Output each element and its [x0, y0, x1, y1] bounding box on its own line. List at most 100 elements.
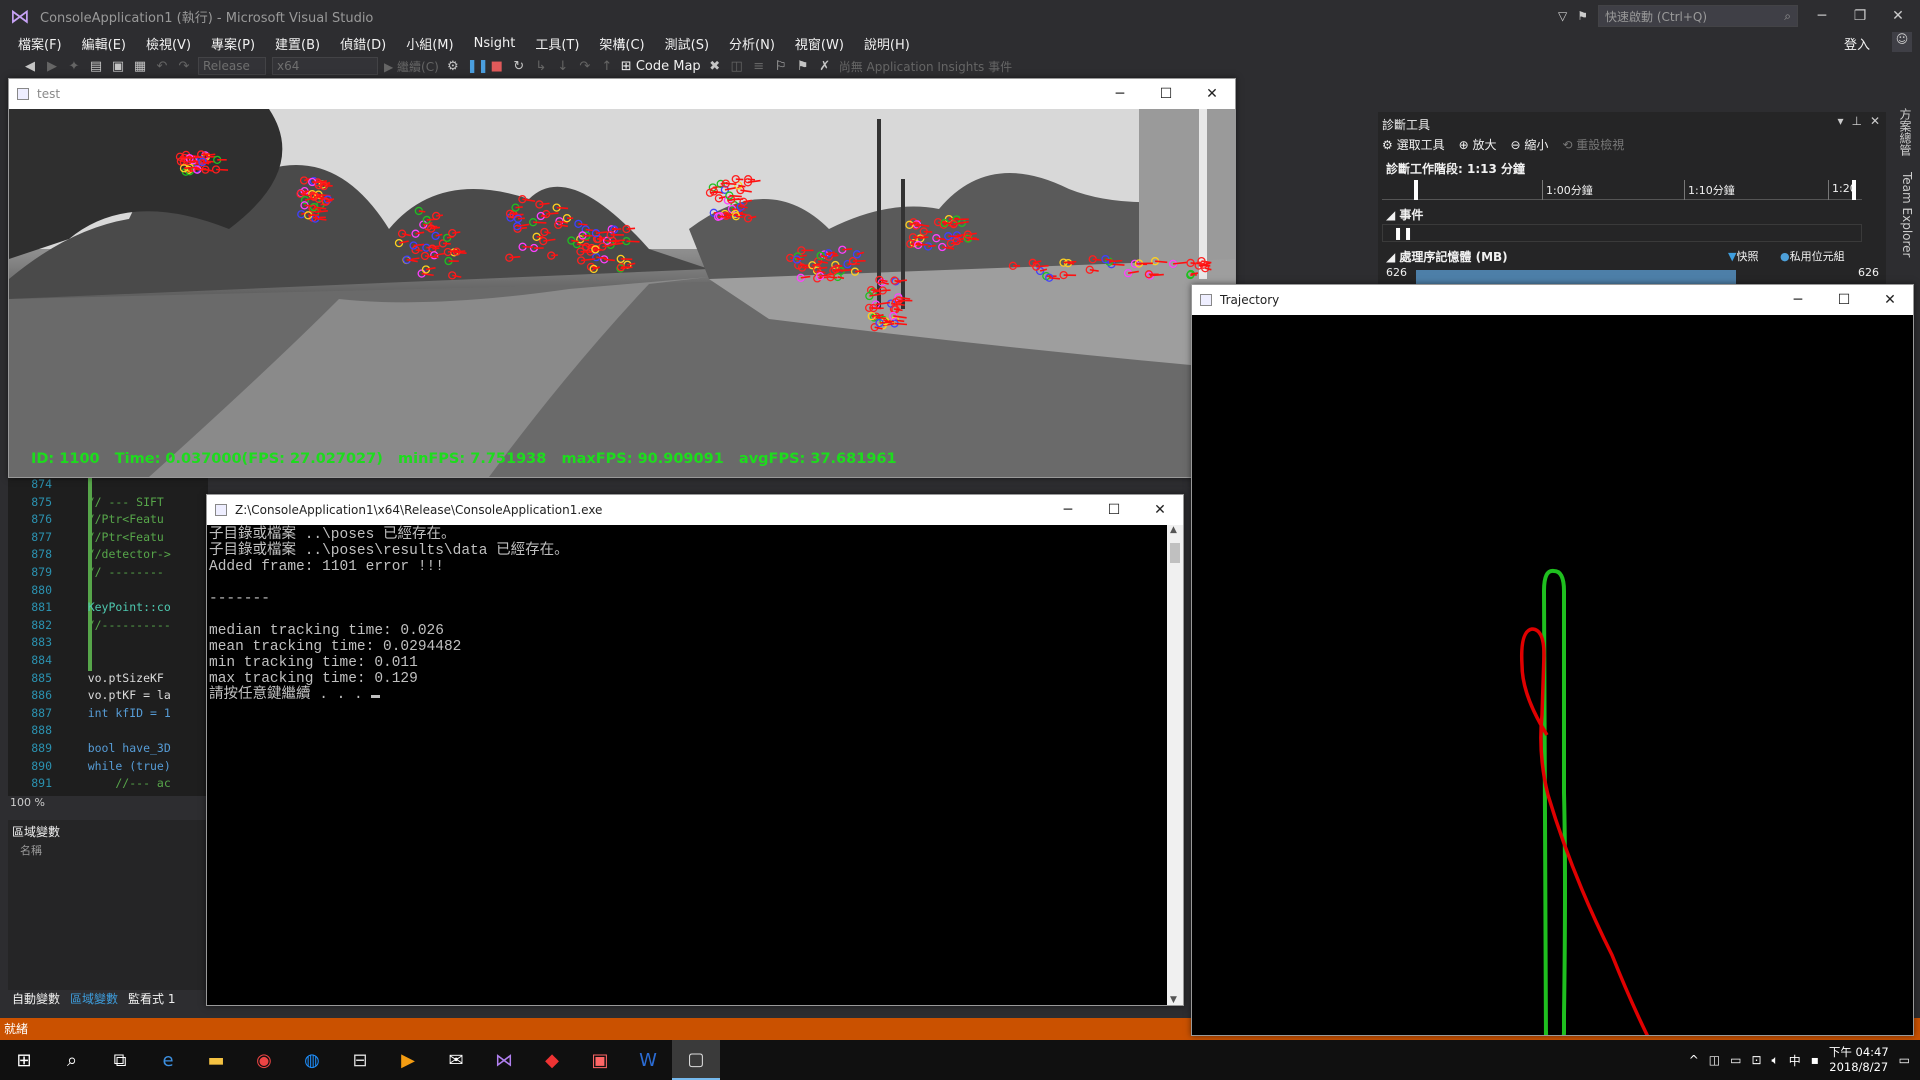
- code-line[interactable]: 886 vo.ptKF = la: [8, 687, 171, 704]
- redo-icon[interactable]: ↷: [176, 59, 192, 74]
- volume-icon[interactable]: 🔈︎: [1772, 1053, 1779, 1068]
- menu-item[interactable]: 說明(H): [854, 34, 920, 53]
- office-icon[interactable]: ▣: [576, 1040, 624, 1080]
- code-line[interactable]: 880: [8, 582, 60, 599]
- step-into-icon[interactable]: ↓: [555, 59, 571, 74]
- bookmark-icon[interactable]: ⚐: [773, 59, 789, 74]
- menu-item[interactable]: 小組(M): [396, 34, 463, 53]
- diagnostics-tool-button[interactable]: ⟲ 重設檢視: [1562, 136, 1624, 153]
- code-line[interactable]: 882 //----------: [8, 617, 171, 634]
- minimize-button[interactable]: ─: [1775, 285, 1821, 315]
- vs-minimize-button[interactable]: ─: [1808, 8, 1836, 24]
- mail-icon[interactable]: ✉: [432, 1040, 480, 1080]
- visual-studio-icon[interactable]: ⋈: [480, 1040, 528, 1080]
- scroll-down-icon[interactable]: ▼: [1170, 995, 1177, 1005]
- ime-indicator[interactable]: 中: [1789, 1052, 1801, 1069]
- process-icon[interactable]: ⚙: [445, 59, 461, 74]
- git-client-icon[interactable]: ◆: [528, 1040, 576, 1080]
- firefox-icon[interactable]: ◍: [288, 1040, 336, 1080]
- code-line[interactable]: 877 //Ptr<Featu: [8, 529, 164, 546]
- menu-item[interactable]: 專案(P): [201, 34, 265, 53]
- solution-explorer-tab[interactable]: 方案總管: [1892, 108, 1914, 156]
- code-line[interactable]: 888: [8, 722, 60, 739]
- breakpoints-icon[interactable]: ◫: [729, 59, 745, 74]
- close-button[interactable]: ✕: [1137, 495, 1183, 525]
- events-section-title[interactable]: ◢ 事件: [1386, 206, 1423, 223]
- network-icon[interactable]: ⊡: [1751, 1053, 1761, 1067]
- minimize-button[interactable]: ─: [1097, 79, 1143, 109]
- code-line[interactable]: 885 vo.ptSizeKF: [8, 670, 164, 687]
- code-line[interactable]: 876 //Ptr<Featu: [8, 511, 164, 528]
- debug-tab[interactable]: 自動變數: [12, 990, 60, 1010]
- vs-close-button[interactable]: ✕: [1884, 8, 1912, 24]
- console-output[interactable]: 子目錄或檔案 ..\poses 已經存在。 子目錄或檔案 ..\poses\res…: [207, 525, 1167, 1005]
- step-over-icon[interactable]: ↷: [577, 59, 593, 74]
- feedback-icon[interactable]: ☺: [1892, 32, 1912, 52]
- chrome-icon[interactable]: ◉: [240, 1040, 288, 1080]
- menu-item[interactable]: 測試(S): [655, 34, 719, 53]
- forward-icon[interactable]: ▶: [44, 59, 60, 74]
- show-next-statement-icon[interactable]: ↳: [533, 59, 549, 74]
- menu-item[interactable]: 編輯(E): [72, 34, 136, 53]
- start-button[interactable]: ⊞: [0, 1040, 48, 1080]
- code-line[interactable]: 883: [8, 634, 60, 651]
- menu-item[interactable]: 分析(N): [719, 34, 785, 53]
- code-line[interactable]: 891 //--- ac: [8, 775, 171, 792]
- show-hidden-icons-icon[interactable]: ^: [1689, 1053, 1699, 1067]
- edge-browser-icon[interactable]: e: [144, 1040, 192, 1080]
- code-line[interactable]: 887 int kfID = 1: [8, 705, 171, 722]
- code-line[interactable]: 875 // --- SIFT: [8, 494, 164, 511]
- maximize-button[interactable]: ☐: [1821, 285, 1867, 315]
- save-icon[interactable]: ▣: [110, 59, 126, 74]
- configuration-dropdown[interactable]: Release: [198, 57, 266, 75]
- team-explorer-tab[interactable]: Team Explorer: [1892, 172, 1914, 258]
- step-out-icon[interactable]: ↑: [599, 59, 615, 74]
- save-all-icon[interactable]: ▦: [132, 59, 148, 74]
- new-project-icon[interactable]: ✦: [66, 59, 82, 74]
- platform-dropdown[interactable]: x64: [272, 57, 378, 75]
- diagnostics-tool-button[interactable]: ⊖ 縮小: [1510, 136, 1548, 153]
- diagnostics-tool-button[interactable]: ⊕ 放大: [1459, 136, 1497, 153]
- timeline-start-handle[interactable]: [1414, 180, 1418, 200]
- back-icon[interactable]: ◀: [22, 59, 38, 74]
- code-line[interactable]: 879 // --------: [8, 564, 164, 581]
- continue-button[interactable]: ▶ 繼續(C): [384, 58, 439, 75]
- timeline-end-handle[interactable]: [1852, 180, 1856, 200]
- menu-item[interactable]: 檔案(F): [8, 34, 72, 53]
- scroll-thumb[interactable]: [1170, 543, 1180, 563]
- close-button[interactable]: ✕: [1867, 285, 1913, 315]
- menu-item[interactable]: Nsight: [464, 36, 526, 51]
- search-icon[interactable]: ⌕: [48, 1040, 96, 1080]
- test-window-titlebar[interactable]: test: [9, 79, 1235, 109]
- app-tray-icon[interactable]: ◫: [1709, 1053, 1720, 1067]
- tablet-icon[interactable]: ▭: [1730, 1053, 1741, 1067]
- diagnostics-tool-button[interactable]: ⚙ 選取工具: [1382, 136, 1445, 153]
- menu-item[interactable]: 檢視(V): [136, 34, 201, 53]
- maximize-button[interactable]: ☐: [1091, 495, 1137, 525]
- opencv-window-icon[interactable]: ▢: [672, 1040, 720, 1080]
- menu-item[interactable]: 建置(B): [265, 34, 330, 53]
- locals-name-column[interactable]: 名稱: [20, 842, 42, 858]
- file-explorer-icon[interactable]: ▬: [192, 1040, 240, 1080]
- code-line[interactable]: 884: [8, 652, 60, 669]
- break-all-icon[interactable]: ❚❚: [467, 59, 489, 74]
- task-view-icon[interactable]: ⧉: [96, 1040, 144, 1080]
- undo-icon[interactable]: ↶: [154, 59, 170, 74]
- code-line[interactable]: 874: [8, 476, 60, 493]
- notifications-icon[interactable]: ⚑: [1577, 9, 1588, 23]
- stop-debugging-icon[interactable]: ■: [489, 59, 505, 74]
- restart-icon[interactable]: ↻: [511, 59, 527, 74]
- open-file-icon[interactable]: ▤: [88, 59, 104, 74]
- code-line[interactable]: 889 bool have_3D: [8, 740, 171, 757]
- menu-item[interactable]: 視窗(W): [785, 34, 854, 53]
- comment-icon[interactable]: ≡: [751, 59, 767, 74]
- word-icon[interactable]: W: [624, 1040, 672, 1080]
- panel-close-icon[interactable]: ✕: [1870, 114, 1880, 128]
- bookmark-clear-icon[interactable]: ✗: [817, 59, 833, 74]
- code-map-button[interactable]: ⊞ Code Map: [621, 59, 701, 74]
- console-window-titlebar[interactable]: Z:\ConsoleApplication1\x64\Release\Conso…: [207, 495, 1183, 525]
- memory-section-title[interactable]: ◢ 處理序記憶體 (MB): [1386, 248, 1508, 265]
- sign-in-link[interactable]: 登入: [1844, 34, 1870, 53]
- close-button[interactable]: ✕: [1189, 79, 1235, 109]
- minimize-button[interactable]: ─: [1045, 495, 1091, 525]
